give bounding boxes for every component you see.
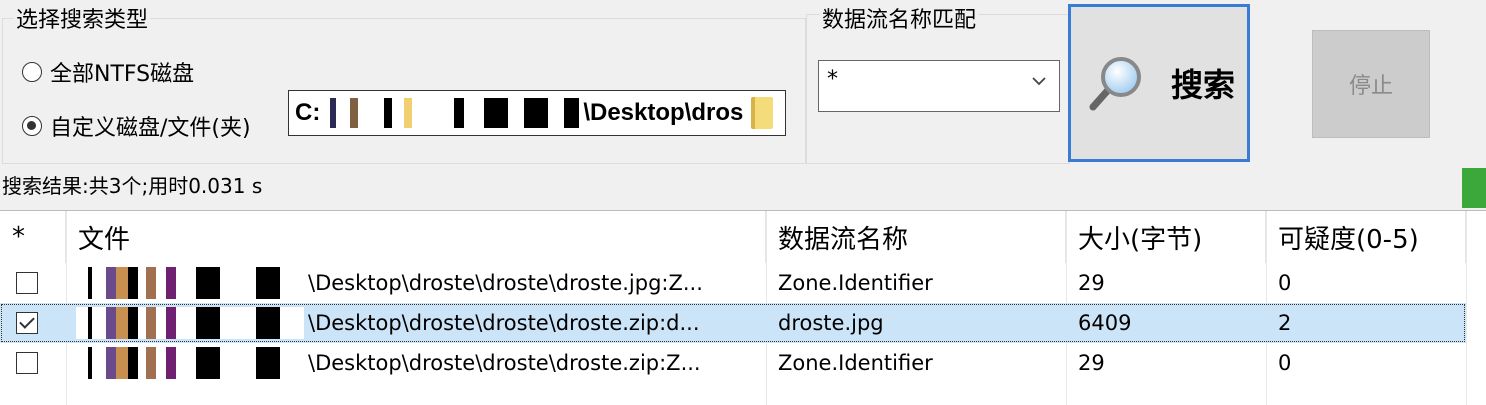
redacted-path	[324, 98, 580, 128]
row-suspicion: 0	[1278, 271, 1292, 295]
stream-combo-value: *	[827, 67, 838, 92]
path-prefix: C:	[295, 99, 321, 126]
magnifier-icon	[1089, 57, 1141, 111]
table-row[interactable]: \Desktop\droste\droste\droste.jpg:Z... Z…	[0, 263, 1466, 303]
search-button-label: 搜索	[1170, 66, 1235, 104]
row-checkbox[interactable]	[16, 352, 38, 374]
stop-button-label: 停止	[1348, 74, 1393, 99]
stream-name-combo[interactable]: *	[818, 60, 1060, 112]
path-input[interactable]: C: \Desktop\dros	[288, 90, 786, 136]
radio-custom-circle[interactable]	[22, 116, 42, 136]
folder-icon[interactable]	[751, 97, 773, 129]
header-file[interactable]: 文件	[66, 211, 766, 263]
table-row[interactable]: \Desktop\droste\droste\droste.zip:Z... Z…	[0, 343, 1466, 383]
redacted-path	[76, 267, 304, 299]
progress-indicator	[1462, 168, 1486, 208]
radio-all-label: 全部NTFS磁盘	[50, 62, 195, 87]
search-status: 搜索结果:共3个;用时0.031 s	[2, 174, 263, 198]
row-stream: Zone.Identifier	[778, 351, 933, 375]
header-suspicion-label: 可疑度(0-5)	[1278, 224, 1419, 255]
row-file: \Desktop\droste\droste\droste.zip:Z...	[308, 351, 701, 375]
stream-match-title: 数据流名称匹配	[820, 2, 979, 34]
header-check[interactable]: *	[0, 211, 66, 263]
results-table: * 文件 数据流名称 大小(字节) 可疑度(0-5) \Desktop\dros…	[0, 210, 1486, 405]
row-suspicion: 2	[1278, 311, 1292, 335]
row-size: 6409	[1078, 311, 1132, 335]
row-checkbox[interactable]	[16, 272, 38, 294]
row-stream: droste.jpg	[778, 311, 884, 335]
row-file: \Desktop\droste\droste\droste.jpg:Z...	[308, 271, 703, 295]
row-suspicion: 0	[1278, 351, 1292, 375]
radio-custom-label: 自定义磁盘/文件(夹)	[50, 116, 251, 141]
row-checkbox[interactable]	[16, 312, 38, 334]
header-size[interactable]: 大小(字节)	[1066, 211, 1266, 263]
radio-all-circle[interactable]	[22, 62, 42, 82]
chevron-down-icon[interactable]	[1029, 71, 1049, 91]
header-check-label: *	[12, 222, 25, 252]
radio-all-ntfs[interactable]: 全部NTFS磁盘	[22, 56, 194, 88]
row-size: 29	[1078, 271, 1105, 295]
header-suspicion[interactable]: 可疑度(0-5)	[1266, 211, 1466, 263]
radio-custom-path[interactable]: 自定义磁盘/文件(夹)	[22, 110, 251, 142]
stop-button[interactable]: 停止	[1312, 30, 1430, 138]
row-size: 29	[1078, 351, 1105, 375]
column-divider	[1466, 211, 1467, 405]
redacted-path	[76, 307, 304, 339]
header-stream-label: 数据流名称	[778, 224, 909, 255]
path-suffix: \Desktop\dros	[583, 99, 744, 126]
redacted-path	[76, 347, 304, 379]
header-file-label: 文件	[78, 224, 131, 255]
table-row[interactable]: \Desktop\droste\droste\droste.zip:d... d…	[0, 303, 1466, 343]
search-button[interactable]: 搜索	[1068, 4, 1250, 162]
row-stream: Zone.Identifier	[778, 271, 933, 295]
row-file: \Desktop\droste\droste\droste.zip:d...	[308, 311, 700, 335]
header-size-label: 大小(字节)	[1078, 224, 1203, 255]
search-type-title: 选择搜索类型	[14, 2, 151, 34]
header-stream[interactable]: 数据流名称	[766, 211, 1066, 263]
